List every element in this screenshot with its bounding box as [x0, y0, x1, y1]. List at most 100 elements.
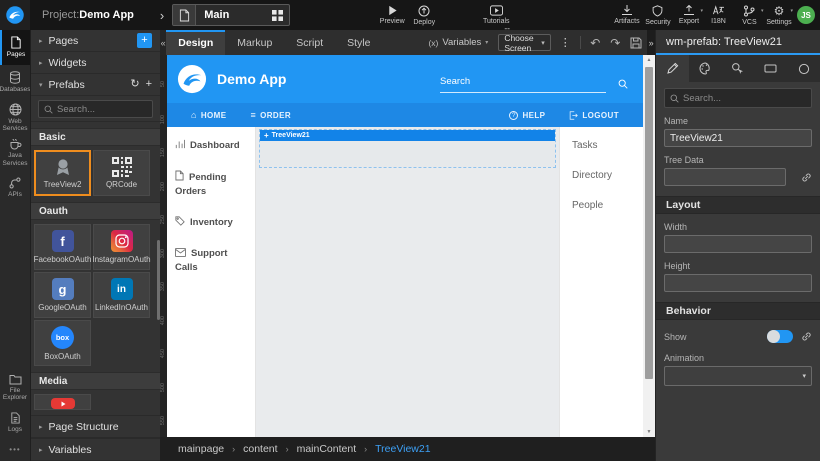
show-toggle[interactable]: [767, 330, 793, 343]
breadcrumb-content[interactable]: content: [243, 443, 277, 455]
tab-script[interactable]: Script: [284, 30, 335, 55]
animation-select[interactable]: ▾: [664, 366, 812, 386]
search-icon: [44, 105, 53, 114]
prefab-tile-qrcode[interactable]: QRCode: [93, 150, 150, 196]
rail-item-apis[interactable]: APIs: [0, 170, 30, 205]
grid-icon[interactable]: [265, 10, 289, 21]
bind-link-icon[interactable]: [801, 172, 812, 183]
tab-design[interactable]: Design: [166, 30, 225, 55]
chevron-right-icon: ›: [364, 444, 367, 454]
add-prefab-icon[interactable]: +: [146, 79, 152, 90]
play-icon: [387, 5, 398, 16]
nav-help[interactable]: ?HELP: [509, 111, 545, 120]
tree-data-field[interactable]: [664, 168, 786, 186]
section-behavior: Behavior: [656, 302, 820, 320]
artifacts-button[interactable]: Artifacts: [611, 0, 642, 30]
section-prefabs[interactable]: ▾ Prefabs ↻ +: [31, 74, 160, 96]
aside-item-tasks[interactable]: Tasks: [572, 140, 643, 151]
canvas-toolbar: « Design Markup Script Style (x) Variabl…: [160, 30, 655, 55]
rail-more-button[interactable]: •••: [0, 440, 30, 458]
app-header[interactable]: Demo App Search: [167, 55, 643, 103]
collapse-right-panel-button[interactable]: »: [647, 30, 655, 55]
prefab-tile-instagramoauth[interactable]: InstagramOAuth: [93, 224, 150, 270]
canvas-scrollbar[interactable]: ▲ ▼: [643, 55, 655, 437]
menu-item-dashboard[interactable]: Dashboard: [175, 139, 247, 153]
bind-link-icon[interactable]: [801, 331, 812, 342]
security-button[interactable]: Export Security: [642, 0, 673, 30]
export-button[interactable]: Export: [673, 0, 704, 30]
wavemaker-logo[interactable]: [0, 0, 30, 30]
nav-home[interactable]: ⌂HOME: [191, 110, 226, 120]
google-icon: g: [52, 278, 74, 300]
app-left-menu: Dashboard Pending Orders Inventory Suppo…: [167, 127, 256, 437]
rail-item-file-explorer[interactable]: File Explorer: [0, 370, 30, 405]
app-content-area[interactable]: + TreeView21: [256, 127, 559, 437]
redo-button[interactable]: ↷: [610, 30, 620, 55]
user-avatar[interactable]: JS: [797, 6, 815, 24]
prefab-tile-boxoauth[interactable]: box BoxOAuth: [34, 320, 91, 366]
tab-markup[interactable]: Markup: [225, 30, 284, 55]
tab-styles[interactable]: [689, 55, 722, 82]
breadcrumb-mainpage[interactable]: mainpage: [178, 443, 224, 455]
vcs-button[interactable]: VCS: [734, 0, 765, 30]
breadcrumb-treeview21[interactable]: TreeView21: [375, 443, 430, 455]
variables-menu-button[interactable]: (x) Variables ▾: [428, 30, 488, 55]
deploy-button[interactable]: Deploy: [408, 0, 440, 30]
width-field[interactable]: [664, 235, 812, 253]
rail-item-web-services[interactable]: Web Services: [0, 100, 30, 135]
prefab-tile-googleoauth[interactable]: g GoogleOAuth: [34, 272, 91, 318]
tab-properties[interactable]: [656, 55, 689, 82]
rail-item-java-services[interactable]: Java Services: [0, 135, 30, 170]
prefab-list-scroll[interactable]: Basic TreeView2 QRCode Oauth f Face: [31, 122, 160, 415]
refresh-prefabs-icon[interactable]: ↻: [130, 79, 139, 90]
aside-item-people[interactable]: People: [572, 200, 643, 211]
save-button[interactable]: [630, 30, 642, 55]
tab-events[interactable]: [722, 55, 755, 82]
scroll-down-icon[interactable]: ▼: [647, 427, 652, 437]
prefab-search-input[interactable]: Search...: [38, 100, 153, 118]
menu-item-inventory[interactable]: Inventory: [175, 216, 247, 230]
scroll-up-icon[interactable]: ▲: [647, 55, 652, 65]
section-page-structure[interactable]: ▸ Page Structure: [31, 415, 160, 438]
treeview-widget-selected[interactable]: + TreeView21: [259, 129, 556, 168]
canvas-area: 50 100 150 200 250 300 350 400 450 500 5…: [160, 55, 655, 437]
prefab-tile-treeview2[interactable]: TreeView2: [34, 150, 91, 196]
nav-order[interactable]: ≡ORDER: [250, 110, 291, 120]
add-page-button[interactable]: +: [137, 33, 152, 48]
undo-button[interactable]: ↶: [590, 30, 600, 55]
breadcrumb-maincontent[interactable]: mainContent: [297, 443, 357, 455]
tab-outline[interactable]: [787, 55, 820, 82]
scrollbar-thumb[interactable]: [645, 67, 653, 379]
menu-item-pending-orders[interactable]: Pending Orders: [175, 170, 247, 199]
prefab-tile-media-partial[interactable]: [34, 394, 91, 410]
prefab-tile-facebookoauth[interactable]: f FacebookOAuth: [34, 224, 91, 270]
rail-item-databases[interactable]: Databases: [0, 65, 30, 100]
menu-item-support-calls[interactable]: Support Calls: [175, 247, 247, 275]
prefab-tile-linkedinoauth[interactable]: in LinkedInOAuth: [93, 272, 150, 318]
tab-device[interactable]: [754, 55, 787, 82]
section-variables[interactable]: ▸ Variables: [31, 438, 160, 461]
page-selector[interactable]: Main: [172, 4, 290, 26]
show-property-row: Show: [664, 330, 812, 343]
app-search-input[interactable]: Search: [440, 76, 606, 93]
section-pages[interactable]: ▸ Pages +: [31, 30, 160, 52]
height-field[interactable]: [664, 274, 812, 292]
preview-button[interactable]: Preview: [376, 0, 408, 30]
nav-logout[interactable]: LOGOUT: [569, 111, 619, 120]
treeview-widget-body[interactable]: [260, 141, 555, 167]
treeview-widget-label[interactable]: + TreeView21: [260, 130, 555, 141]
rail-item-logs[interactable]: Logs: [0, 405, 30, 440]
rail-item-pages[interactable]: Pages: [0, 30, 30, 65]
settings-button[interactable]: ⚙ Settings: [763, 0, 794, 30]
design-canvas[interactable]: Demo App Search ⌂HOME ≡ORDER ?HELP LOGOU…: [167, 55, 643, 437]
name-field[interactable]: [664, 129, 812, 147]
branch-icon: [743, 5, 755, 17]
search-icon[interactable]: [618, 79, 628, 89]
more-options-button[interactable]: ⋮: [560, 30, 571, 55]
inspector-search-input[interactable]: Search...: [664, 88, 812, 108]
i18n-button[interactable]: I18N: [703, 0, 734, 30]
section-widgets[interactable]: ▸ Widgets: [31, 52, 160, 74]
tab-style[interactable]: Style: [335, 30, 382, 55]
screen-size-select[interactable]: -- Choose Screen Size -- ▾: [498, 34, 550, 51]
aside-item-directory[interactable]: Directory: [572, 170, 643, 181]
